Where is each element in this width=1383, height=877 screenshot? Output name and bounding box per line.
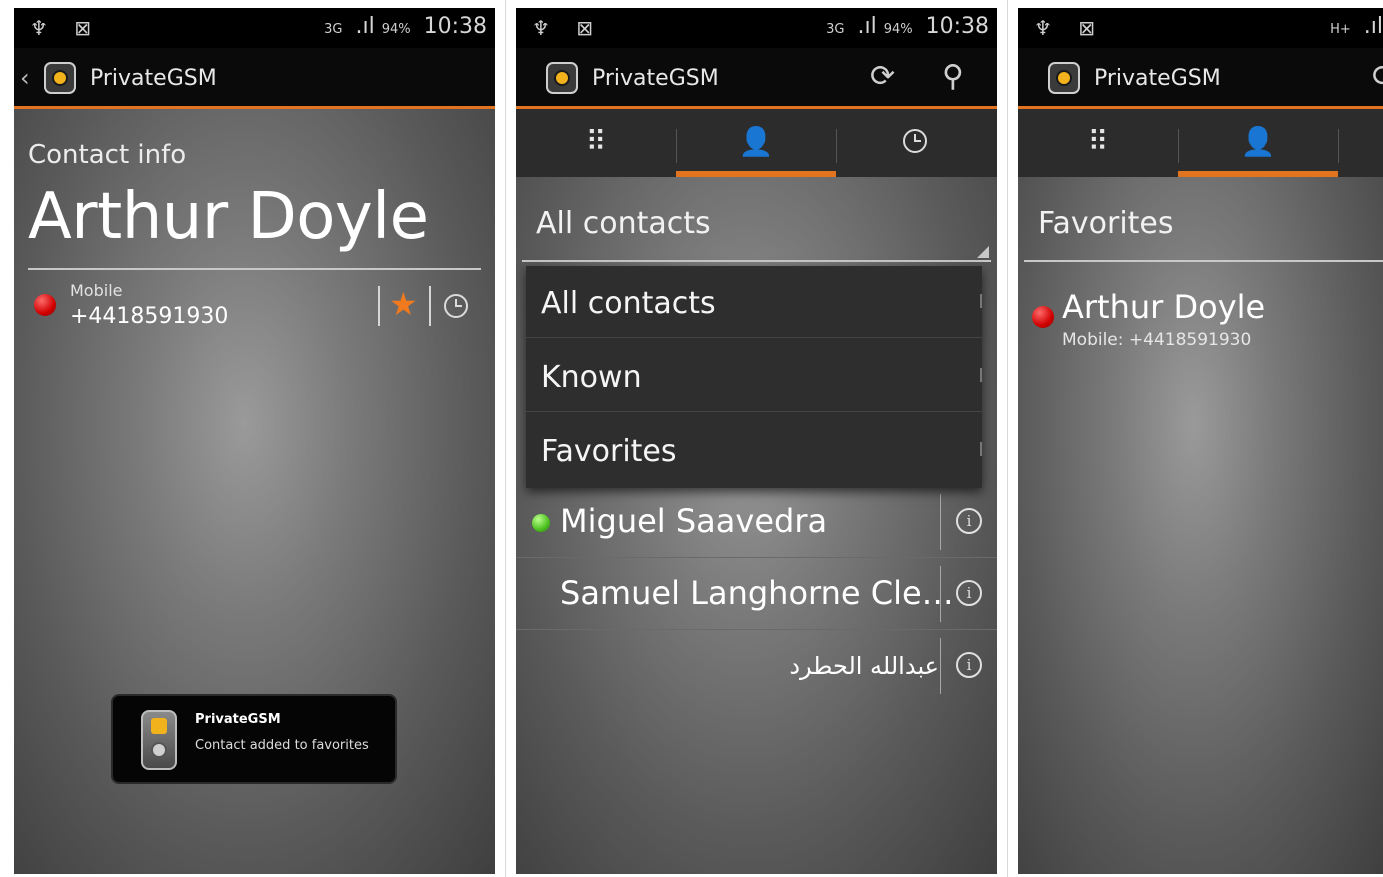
dialpad-icon: ⠿ [585,125,607,158]
panel-divider [505,0,506,877]
row-divider [940,638,941,694]
action-bar: PrivateGSM ⟳ [1018,48,1383,109]
battery-level: 94% [381,22,411,37]
tab-bar: ⠿ 👤 [516,109,997,177]
row-divider [940,566,941,622]
row-divider [940,494,941,550]
usb-icon: ♆ ⊠ [532,16,604,40]
action-bar: PrivateGSM ⟳ ⚲ [516,48,997,109]
contact-name: Miguel Saavedra [560,502,828,540]
option-label: All contacts [541,286,716,321]
app-title: PrivateGSM [592,66,719,91]
option-label: Favorites [541,434,677,469]
filter-option-favorites[interactable]: Favorites [526,414,982,486]
app-logo-icon[interactable] [44,62,76,94]
network-type: 3G [826,22,845,37]
status-time: 10:38 [925,14,989,39]
contact-name: عبدالله الحطرد [789,652,939,680]
tab-contacts[interactable]: 👤 [676,109,836,177]
screen-contact-info: ♆ ⊠ 3G .ıl 94% 10:38 ‹ PrivateGSM Contac… [14,8,495,874]
favorite-star-icon[interactable]: ★ [389,288,418,320]
tab-dialpad[interactable]: ⠿ [1018,109,1178,177]
network-type: 3G [324,22,343,37]
toast-notification: PrivateGSM Contact added to favorites [111,694,397,784]
info-icon[interactable]: i [956,508,982,534]
filter-dropdown: All contacts Known Favorites [526,266,982,488]
filter-option-all[interactable]: All contacts [526,266,982,338]
filter-spinner[interactable]: Favorites [1038,206,1174,241]
toast-title: PrivateGSM [195,712,281,727]
status-bar: ♆ ⊠ 3G .ıl 94% 10:38 [516,8,997,48]
app-logo-icon[interactable] [546,62,578,94]
tab-separator [1338,129,1339,163]
tab-dialpad[interactable]: ⠿ [516,109,676,177]
filter-spinner[interactable]: All contacts [536,206,711,241]
action-divider [429,286,431,326]
info-icon[interactable]: i [956,580,982,606]
contact-name: Samuel Langhorne Cle… [560,574,954,612]
action-bar: ‹ PrivateGSM [14,48,495,109]
contact-row[interactable]: Miguel Saavedra i [516,486,997,558]
history-icon [903,129,927,153]
phone-number[interactable]: +4418591930 [70,304,228,329]
status-offline-icon [1032,306,1054,328]
action-divider [378,286,380,326]
toast-message: Contact added to favorites [195,738,369,753]
contact-row[interactable]: عبدالله الحطرد i [516,630,997,702]
app-phone-icon [141,710,177,770]
status-bar: ♆ ⊠ 3G .ıl 94% 10:38 [14,8,495,48]
status-time: 10:38 [423,14,487,39]
status-bar: ♆ ⊠ H+ .ıl [1018,8,1383,48]
tab-bar: ⠿ 👤 [1018,109,1383,177]
screen-contacts-filter: ♆ ⊠ 3G .ıl 94% 10:38 PrivateGSM ⟳ ⚲ ⠿ 👤 … [516,8,997,874]
contact-row[interactable]: Samuel Langhorne Cle… i [516,558,997,630]
signal-icon: .ıl [1363,14,1383,39]
back-icon[interactable]: ‹ [20,64,30,92]
info-icon[interactable]: i [956,652,982,678]
signal-icon: .ıl [355,14,375,39]
status-offline-icon [34,294,56,316]
app-title: PrivateGSM [1094,66,1221,91]
contact-phone: Mobile: +4418591930 [1062,330,1252,350]
search-icon[interactable]: ⚲ [942,62,964,92]
usb-icon: ♆ ⊠ [1034,16,1106,40]
filter-option-known[interactable]: Known [526,340,982,412]
option-label: Known [541,360,642,395]
spinner-underline [522,260,991,262]
contacts-icon: 👤 [1240,125,1276,158]
app-logo-icon[interactable] [1048,62,1080,94]
screen-favorites: ♆ ⊠ H+ .ıl PrivateGSM ⟳ ⠿ 👤 Favorites Ar… [1018,8,1383,874]
call-history-icon[interactable] [444,294,468,318]
tab-contacts[interactable]: 👤 [1178,109,1338,177]
sync-icon[interactable]: ⟳ [1372,62,1383,92]
name-underline [28,268,481,270]
app-title: PrivateGSM [90,66,217,91]
network-type: H+ [1330,22,1351,37]
dialpad-icon: ⠿ [1087,125,1109,158]
usb-icon: ♆ ⊠ [30,16,102,40]
contact-name: Arthur Doyle [28,180,429,254]
spinner-underline [1024,260,1383,262]
signal-icon: .ıl [857,14,877,39]
contacts-icon: 👤 [738,125,774,158]
contact-name[interactable]: Arthur Doyle [1062,288,1265,326]
tab-history[interactable] [836,109,996,177]
status-online-icon [532,514,550,532]
section-label: Contact info [28,140,187,170]
phone-type: Mobile [70,281,123,300]
spinner-arrow-icon [977,246,989,258]
panel-divider [1007,0,1008,877]
sync-icon[interactable]: ⟳ [870,62,895,92]
battery-level: 94% [883,22,913,37]
